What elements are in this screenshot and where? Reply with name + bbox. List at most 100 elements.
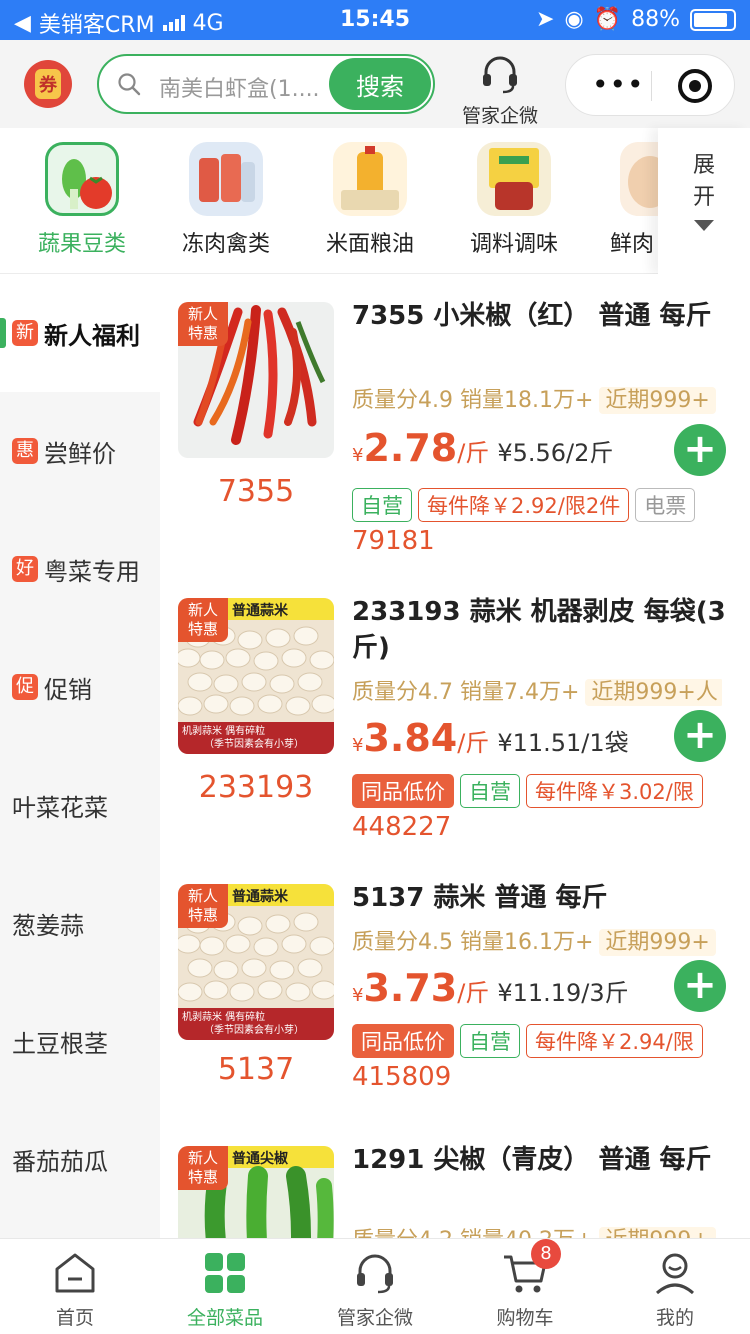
tag-self-operated: 自营 — [352, 488, 412, 522]
sidebar-badge: 新 — [12, 320, 38, 346]
home-icon — [51, 1249, 99, 1297]
product-meta: 质量分4.2 销量40.2万+近期999+ — [352, 1222, 722, 1238]
image-caption: 机剥蒜米 偶有碎粒 （季节因素会有小芽） — [182, 1012, 304, 1036]
tag-self-operated: 自营 — [460, 1024, 520, 1058]
sidebar-item-leafy-greens[interactable]: 叶菜花菜 — [0, 746, 160, 864]
product-tags: 同品低价 自营 每件降￥3.02/限 — [352, 774, 722, 808]
tag-lowest-price: 同品低价 — [352, 1024, 454, 1058]
new-user-tag: 新人 特惠 — [178, 1146, 228, 1190]
location-icon: ➤ — [536, 7, 555, 32]
guanjia-button[interactable]: 管家企微 — [455, 52, 545, 128]
add-to-cart-button[interactable]: + — [674, 710, 726, 762]
sidebar-item-label: 促销 — [44, 675, 92, 704]
lock-rotation-icon: ◉ — [564, 7, 584, 32]
tab-label: 购物车 — [496, 1307, 554, 1329]
product-code: 7355 — [217, 474, 295, 509]
tag-self-operated: 自营 — [460, 774, 520, 808]
tag-discount: 每件降￥2.94/限 — [526, 1024, 703, 1058]
category-label: 鲜肉 — [610, 232, 655, 257]
product-name[interactable]: 1291 尖椒（青皮） 普通 每斤 — [352, 1142, 732, 1178]
more-icon[interactable]: ••• — [592, 71, 645, 99]
close-target-icon[interactable] — [678, 69, 712, 103]
product-meta: 质量分4.5 销量16.1万+ 近期999+ — [352, 924, 722, 956]
recent-badge: 近期999+ — [599, 929, 716, 956]
tab-label: 全部菜品 — [186, 1307, 263, 1329]
recent-badge: 近期999+ — [599, 387, 716, 414]
recent-badge: 近期999+人 — [585, 679, 722, 706]
sidebar-item-tomato-eggplant[interactable]: 番茄茄瓜 — [0, 1100, 160, 1218]
image-label: 普通尖椒 — [232, 1151, 288, 1167]
status-bar: ◀ 美销客CRM 4G 15:45 ➤ ◉ ⏰ 88% — [0, 0, 750, 40]
sidebar-badge: 促 — [12, 674, 38, 700]
search-box[interactable]: 南美白虾盒(1.... 搜索 — [97, 54, 435, 114]
headset-icon — [483, 56, 517, 94]
product-card[interactable]: 普通蒜米 机剥蒜米 偶有碎粒 （季节因素会有小芽） 新人 特惠 233193 233… — [160, 570, 750, 860]
sidebar-item-label: 粤菜专用 — [44, 557, 140, 586]
category-label: 冻肉禽类 — [181, 232, 270, 257]
tab-label: 管家企微 — [336, 1307, 413, 1329]
product-price: ¥2.78/斤 ¥5.56/2斤 — [352, 426, 614, 470]
frozen-meat-icon — [189, 142, 263, 216]
sidebar-item-promotion[interactable]: 促促销 — [0, 628, 160, 746]
tab-cart[interactable]: 8 购物车 — [450, 1239, 600, 1330]
tag-discount: 每件降￥3.02/限 — [526, 774, 703, 808]
category-seasoning[interactable]: 调料调味 — [454, 142, 574, 258]
tab-guanjia[interactable]: 管家企微 — [300, 1249, 450, 1330]
clock: 15:45 — [339, 7, 411, 32]
sidebar-item-label: 新人福利 — [44, 321, 140, 350]
sidebar-item-trial-price[interactable]: 惠尝鲜价 — [0, 392, 160, 510]
product-image-garlic[interactable]: 普通蒜米 机剥蒜米 偶有碎粒 （季节因素会有小芽） 新人 特惠 — [178, 884, 334, 1040]
coupon-icon[interactable]: 券 — [24, 60, 72, 108]
category-grain-oil[interactable]: 米面粮油 — [310, 142, 430, 258]
sidebar: 新新人福利 惠尝鲜价 好粤菜专用 促促销 叶菜花菜 葱姜蒜 土豆根茎 番茄茄瓜 — [0, 274, 160, 1238]
product-sku: 79181 — [352, 526, 435, 556]
product-name[interactable]: 7355 小米椒（红） 普通 每斤 — [352, 298, 732, 334]
add-to-cart-button[interactable]: + — [674, 424, 726, 476]
guanjia-label: 管家企微 — [461, 105, 538, 127]
sidebar-item-new-user[interactable]: 新新人福利 — [0, 274, 160, 392]
product-name[interactable]: 233193 蒜米 机器剥皮 每袋(3斤) — [352, 594, 732, 666]
add-to-cart-button[interactable]: + — [674, 960, 726, 1012]
image-label: 普通蒜米 — [232, 889, 288, 905]
category-vegetables[interactable]: 蔬果豆类 — [22, 142, 142, 258]
sidebar-item-label: 葱姜蒜 — [12, 911, 84, 940]
product-card[interactable]: 普通尖椒 新人特惠 1291 尖椒（青皮） 普通 每斤 质量分4.2 销量40.… — [160, 1122, 750, 1238]
image-label: 普通蒜米 — [232, 603, 288, 619]
cart-count-badge: 8 — [531, 1239, 561, 1269]
tag-e-invoice: 电票 — [635, 488, 696, 522]
category-label: 蔬果豆类 — [37, 232, 126, 257]
search-button[interactable]: 搜索 — [329, 58, 431, 110]
chevron-down-icon — [694, 220, 714, 231]
category-row: 蔬果豆类 冻肉禽类 米面粮油 调料调味 鲜肉 展 开 — [0, 128, 750, 274]
tag-lowest-price: 同品低价 — [352, 774, 454, 808]
headset-icon — [351, 1249, 399, 1297]
image-caption: 机剥蒜米 偶有碎粒 （季节因素会有小芽） — [182, 726, 304, 750]
sidebar-item-label: 番茄茄瓜 — [12, 1147, 108, 1176]
product-card[interactable]: 普通蒜米 机剥蒜米 偶有碎粒 （季节因素会有小芽） 新人 特惠 5137 5137 … — [160, 860, 750, 1122]
tab-all-products[interactable]: 全部菜品 — [150, 1249, 300, 1330]
product-price: ¥3.84/斤 ¥11.51/1袋 — [352, 716, 629, 760]
category-fresh-meat[interactable]: 鲜肉 — [574, 142, 664, 258]
tab-home[interactable]: 首页 — [0, 1249, 150, 1330]
expand-categories-button[interactable]: 展 开 — [658, 128, 750, 274]
tab-profile[interactable]: 我的 — [600, 1249, 750, 1330]
product-image-green-pepper[interactable]: 普通尖椒 新人 特惠 — [178, 1146, 334, 1238]
battery-percent: 88% — [631, 7, 680, 32]
search-placeholder[interactable]: 南美白虾盒(1.... — [159, 71, 329, 103]
sidebar-item-cantonese[interactable]: 好粤菜专用 — [0, 510, 160, 628]
category-frozen-meat[interactable]: 冻肉禽类 — [166, 142, 286, 258]
product-image-red-chili[interactable]: 新人 特惠 — [178, 302, 334, 458]
sidebar-item-root-vegetables[interactable]: 土豆根茎 — [0, 982, 160, 1100]
new-user-tag: 新人 特惠 — [178, 884, 228, 928]
product-list: 新人 特惠 7355 7355 小米椒（红） 普通 每斤 质量分4.9 销量18.… — [160, 274, 750, 1238]
grain-oil-icon — [333, 142, 407, 216]
tab-label: 我的 — [655, 1307, 694, 1329]
sidebar-item-label: 叶菜花菜 — [12, 793, 108, 822]
product-name[interactable]: 5137 蒜米 普通 每斤 — [352, 880, 732, 916]
product-image-garlic[interactable]: 普通蒜米 机剥蒜米 偶有碎粒 （季节因素会有小芽） 新人 特惠 — [178, 598, 334, 754]
product-code: 5137 — [217, 1052, 295, 1087]
bottom-tab-bar: 首页 全部菜品 管家企微 8 购物车 我的 — [0, 1238, 750, 1334]
product-price: ¥3.73/斤 ¥11.19/3斤 — [352, 966, 629, 1010]
sidebar-item-onion-ginger-garlic[interactable]: 葱姜蒜 — [0, 864, 160, 982]
product-card[interactable]: 新人 特惠 7355 7355 小米椒（红） 普通 每斤 质量分4.9 销量18.… — [160, 274, 750, 570]
